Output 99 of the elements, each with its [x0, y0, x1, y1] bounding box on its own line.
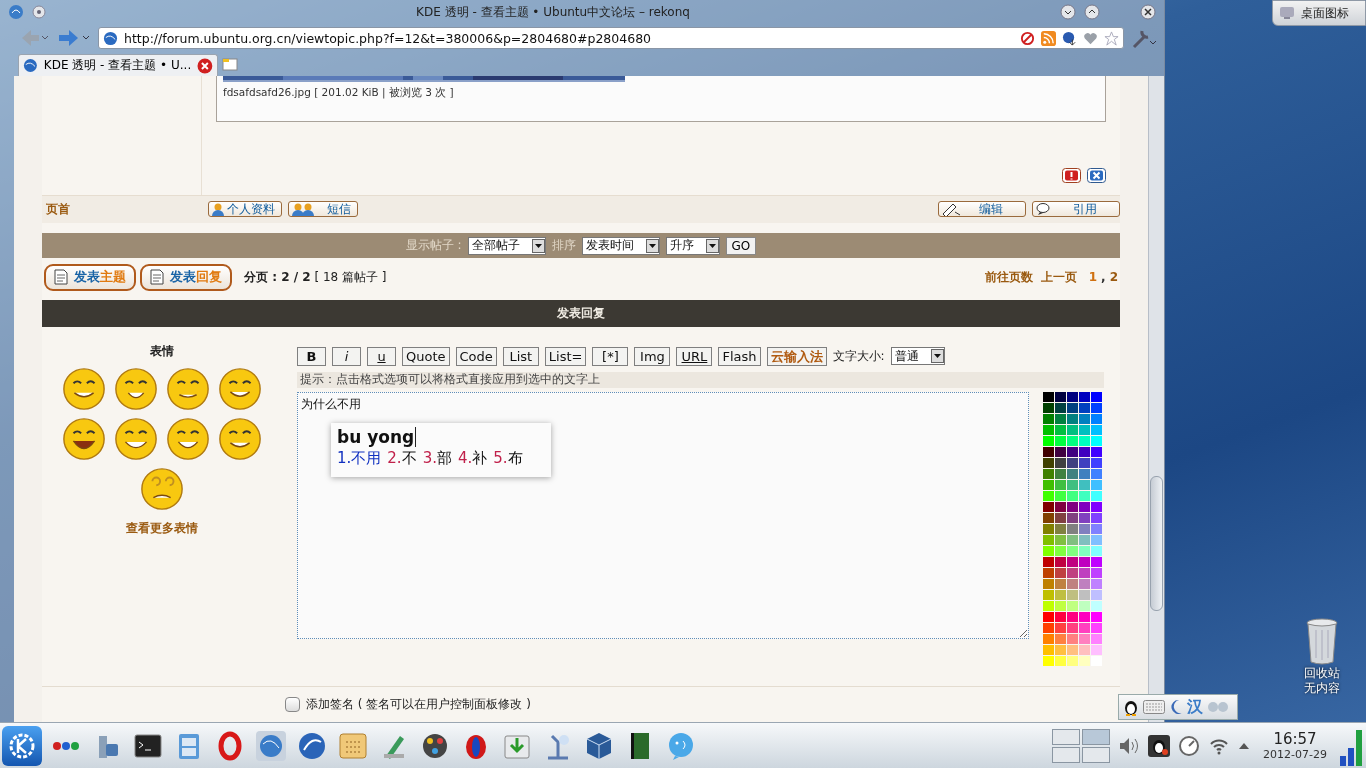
more-smilies-link[interactable]: 查看更多表情 — [126, 520, 198, 538]
format-button[interactable]: List — [502, 346, 539, 366]
ime-candidate[interactable]: 3.部 — [422, 449, 452, 469]
pencil-icon — [941, 202, 963, 217]
font-size-select[interactable]: 普通 — [890, 347, 945, 366]
order-select[interactable]: 升序 — [665, 236, 720, 255]
attachment-caption: fdsafdsafd26.jpg [ 201.02 KiB | 被浏览 3 次 ] — [223, 86, 455, 100]
network-icon[interactable] — [1178, 734, 1200, 757]
ime-candidate[interactable]: 2.不 — [387, 449, 417, 469]
format-button[interactable]: Flash — [718, 346, 761, 366]
format-button[interactable]: [*] — [592, 346, 629, 366]
format-button[interactable]: i — [332, 346, 361, 366]
address-field[interactable]: http://forum.ubuntu.org.cn/viewtopic.php?f=12&t=380006&p=2804680#p2804680 — [98, 27, 1124, 49]
sort-select[interactable]: 发表时间 — [581, 236, 660, 255]
smiley-icon[interactable] — [61, 416, 107, 463]
k-menu-button[interactable] — [2, 725, 42, 766]
smiley-icon[interactable] — [165, 366, 211, 413]
new-tab-icon[interactable] — [222, 56, 238, 72]
trash-label: 回收站 — [1304, 666, 1340, 681]
globe-icon — [23, 58, 38, 73]
go-button[interactable]: GO — [725, 236, 757, 255]
app-icon[interactable] — [8, 4, 24, 20]
penguin-icon[interactable] — [1148, 734, 1170, 757]
format-button[interactable]: Code — [455, 346, 497, 366]
gear-icon — [8, 731, 36, 760]
smiley-icon[interactable] — [61, 366, 107, 413]
user-icon — [211, 202, 225, 217]
ime-candidate[interactable]: 4.补 — [457, 449, 488, 469]
delete-icon[interactable] — [1087, 167, 1106, 183]
sort-label: 排序 — [551, 237, 576, 254]
format-button[interactable]: 云输入法 — [766, 346, 827, 366]
moon-icon[interactable] — [1169, 699, 1183, 715]
pinyin-text: bu yong — [337, 427, 415, 448]
profile-button[interactable]: 短信 — [288, 201, 358, 218]
globe-icon — [103, 30, 118, 46]
signature-label: 添加签名 ( 签名可以在用户控制面板修改 ) — [306, 696, 531, 714]
format-button[interactable]: List= — [544, 346, 587, 366]
ime-candidate[interactable]: 5.布 — [493, 449, 523, 469]
dots-icon[interactable] — [1207, 701, 1229, 713]
desktop-icon — [1279, 6, 1295, 20]
edit-button[interactable]: 编辑 — [938, 201, 1026, 218]
smiley-icon[interactable] — [165, 416, 211, 463]
top-link[interactable]: 页首 — [42, 200, 202, 218]
trash-status: 无内容 — [1304, 681, 1340, 696]
report-icon[interactable] — [1062, 167, 1081, 183]
pin-icon[interactable] — [32, 5, 46, 19]
clock-time[interactable]: 16:57 — [1273, 730, 1317, 748]
page-link[interactable]: 2 — [1109, 270, 1118, 285]
color-palette[interactable] — [1043, 392, 1103, 668]
font-size-label: 文字大小: — [832, 347, 885, 365]
input-mode-toggle[interactable]: 汉 — [1187, 696, 1203, 718]
trash-icon[interactable] — [1305, 618, 1339, 666]
previous-page-link[interactable]: 上一页 — [1040, 268, 1077, 286]
format-button[interactable]: B — [297, 346, 326, 366]
section-header: 发表回复 — [42, 300, 1120, 328]
document-icon — [52, 268, 70, 287]
format-button[interactable]: Img — [634, 346, 671, 366]
format-button[interactable]: u — [367, 346, 396, 366]
hint-text: 提示：点击格式选项可以将格式直接应用到选中的文字上 — [297, 372, 1104, 389]
text-cursor — [415, 427, 417, 448]
user-icon — [291, 202, 315, 217]
smiley-icon[interactable] — [139, 466, 185, 513]
quote-button[interactable]: 引用 — [1032, 201, 1120, 218]
minimize-icon[interactable] — [1060, 4, 1076, 20]
smiley-icon[interactable] — [217, 366, 263, 413]
heart-icon[interactable] — [1083, 30, 1098, 46]
format-button[interactable]: Quote — [402, 346, 450, 366]
goto-page-link[interactable]: 前往页数 — [984, 268, 1033, 286]
desktop-pager[interactable] — [1052, 728, 1080, 745]
close-icon[interactable] — [1140, 4, 1156, 20]
format-button[interactable]: URL — [676, 346, 713, 366]
pagination-summary: 分页 : 2 / 2 [ 18 篇帖子 ] — [244, 268, 387, 286]
block-icon[interactable] — [1020, 30, 1035, 46]
show-desktop-button[interactable]: 桌面图标 — [1272, 0, 1366, 26]
reply-button[interactable]: 发表回复 — [140, 263, 232, 291]
maximize-icon[interactable] — [1084, 4, 1100, 20]
smilies-title: 表情 — [150, 343, 174, 361]
close-tab-icon[interactable] — [197, 57, 213, 74]
penguin-icon[interactable] — [1123, 698, 1139, 716]
smiley-icon[interactable] — [113, 366, 159, 413]
new-topic-button[interactable]: 发表主题 — [44, 263, 136, 291]
filter-select[interactable]: 全部帖子 — [467, 236, 546, 255]
rss-icon[interactable] — [1041, 30, 1056, 46]
profile-button[interactable]: 个人资料 — [208, 201, 282, 218]
globe-icon[interactable] — [255, 729, 287, 762]
window-title: KDE 透明 - 查看主题 • Ubuntu中文论坛 – rekonq — [415, 3, 691, 21]
clock-date: 2012-07-29 — [1263, 748, 1327, 761]
globe-download-icon[interactable] — [1062, 30, 1077, 46]
signature-checkbox[interactable] — [285, 697, 300, 713]
desktop-pager[interactable] — [1082, 728, 1110, 745]
star-icon[interactable] — [1104, 30, 1119, 46]
smiley-icon[interactable] — [217, 416, 263, 463]
filter-label: 显示帖子 : — [405, 237, 462, 254]
browser-tab[interactable]: KDE 透明 - 查看主题 • U... — [18, 54, 218, 76]
page-separator: , — [1101, 270, 1106, 285]
scrollbar-thumb[interactable] — [1150, 476, 1163, 611]
ime-candidate[interactable]: 1.不用 — [337, 449, 382, 469]
document-icon — [148, 268, 166, 287]
smiley-icon[interactable] — [113, 416, 159, 463]
